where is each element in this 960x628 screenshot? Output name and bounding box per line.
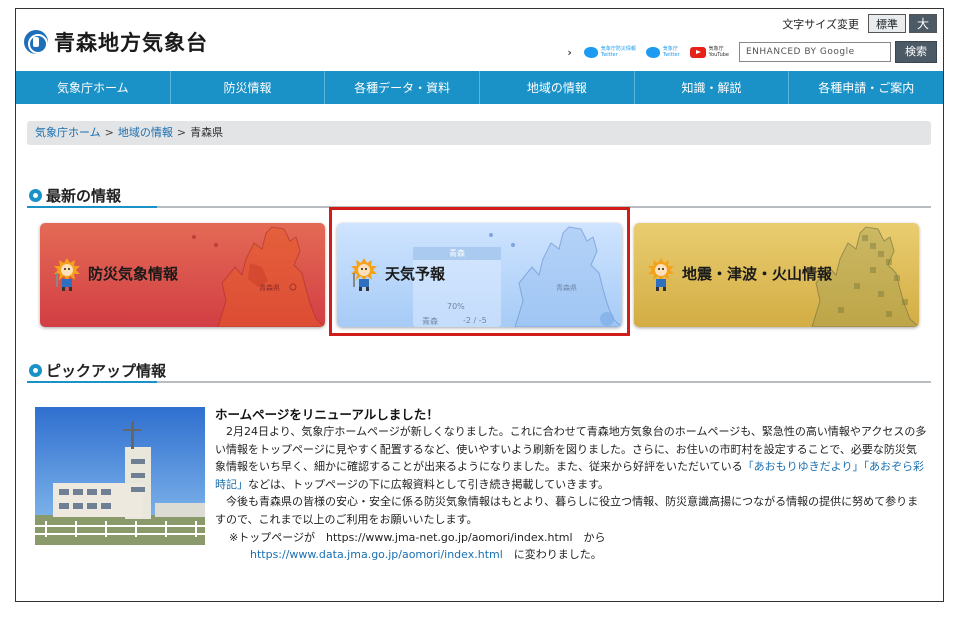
url-note-suffix: に変わりました。 [502, 548, 602, 562]
sns-sub: YouTube [708, 52, 729, 58]
new-url-link[interactable]: https://www.data.jma.go.jp/aomori/index.… [250, 548, 503, 561]
search-button[interactable]: 検索 [895, 41, 937, 63]
youtube-jma-link[interactable]: 気象庁 YouTube [689, 46, 729, 58]
nav-item-jma-home[interactable]: 気象庁ホーム [16, 71, 171, 104]
card-bosai-info[interactable]: 青森県 防災気象情報 [40, 223, 325, 327]
font-size-switcher: 文字サイズ変更 標準 大 [782, 14, 937, 33]
nav-item-applications[interactable]: 各種申請・ご案内 [789, 71, 943, 104]
article-title: ホームページをリニューアルしました！ [215, 407, 439, 422]
aomori-map-icon [192, 226, 325, 327]
mascot-icon [648, 258, 674, 291]
twitter-icon [583, 46, 598, 58]
mascot-icon [54, 258, 80, 291]
browser-viewport: 青森地方気象台 文字サイズ変更 標準 大 › 気象庁防災情報 Twitter 気… [15, 8, 944, 602]
font-size-large-button[interactable]: 大 [908, 14, 937, 33]
bullet-icon [29, 364, 42, 377]
nav-item-data[interactable]: 各種データ・資料 [325, 71, 481, 104]
old-url-text: ※トップページが https://www.jma-net.go.jp/aomor… [229, 530, 606, 544]
jma-logo-icon [24, 30, 48, 54]
article-body: 2月24日より、気象庁ホームページが新しくなりました。これに合わせて青森地方気象… [215, 423, 927, 564]
sns-sub: Twitter [600, 52, 618, 58]
aomori-yukidayori-link[interactable]: 「あおもりゆきだより」 [743, 460, 864, 473]
card-title: 防災気象情報 [88, 265, 179, 283]
social-links: › 気象庁防災情報 Twitter 気象庁 Twitter 気象庁 YouTub… [567, 41, 937, 63]
article-paragraph: 今後も青森県の皆様の安心・安全に係る防災気象情報はもとより、暮らしに役立つ情報、… [215, 495, 919, 526]
site-logo[interactable]: 青森地方気象台 [24, 27, 208, 57]
site-title: 青森地方気象台 [54, 31, 208, 55]
breadcrumb-link-jma-home[interactable]: 気象庁ホーム [35, 126, 101, 139]
observatory-photo [35, 407, 205, 545]
heading-text: ピックアップ情報 [46, 362, 167, 380]
observatory-building-image [35, 407, 205, 545]
youtube-icon [689, 46, 706, 58]
bullet-icon [29, 189, 42, 202]
breadcrumb-separator: > [104, 126, 114, 139]
nav-item-region[interactable]: 地域の情報 [480, 71, 635, 104]
map-label: 青森県 [259, 284, 280, 292]
breadcrumb-link-region[interactable]: 地域の情報 [118, 126, 173, 139]
nav-item-bosai[interactable]: 防災情報 [171, 71, 326, 104]
url-change-note: ※トップページが https://www.jma-net.go.jp/aomor… [215, 529, 927, 564]
chevron-right-icon[interactable]: › [567, 46, 572, 59]
global-nav: 気象庁ホーム 防災情報 各種データ・資料 地域の情報 知識・解説 各種申請・ご案… [16, 71, 943, 104]
twitter-icon [645, 46, 660, 58]
breadcrumb-separator: > [176, 126, 187, 139]
site-header: 青森地方気象台 文字サイズ変更 標準 大 › 気象庁防災情報 Twitter 気… [16, 9, 943, 71]
card-earthquake-tsunami-volcano[interactable]: 地震・津波・火山情報 [634, 223, 919, 327]
font-size-standard-button[interactable]: 標準 [867, 14, 906, 33]
search-input[interactable] [739, 42, 891, 62]
breadcrumb-current: 青森県 [190, 126, 224, 139]
card-title: 地震・津波・火山情報 [682, 265, 833, 283]
nav-item-knowledge[interactable]: 知識・解説 [635, 71, 790, 104]
twitter-jma-link[interactable]: 気象庁 Twitter [645, 46, 680, 58]
section-heading-latest: 最新の情報 [27, 184, 931, 208]
twitter-bosai-link[interactable]: 気象庁防災情報 Twitter [583, 46, 636, 58]
section-heading-pickup: ピックアップ情報 [27, 359, 931, 383]
sns-sub: Twitter [662, 52, 680, 58]
article-paragraph: 2月24日より、気象庁ホームページが新しくなりました。これに合わせて青森地方気象… [215, 425, 927, 491]
heading-text: 最新の情報 [46, 187, 122, 205]
breadcrumb: 気象庁ホーム > 地域の情報 > 青森県 [27, 121, 931, 145]
highlight-box [329, 207, 630, 336]
font-size-label: 文字サイズ変更 [782, 17, 859, 31]
